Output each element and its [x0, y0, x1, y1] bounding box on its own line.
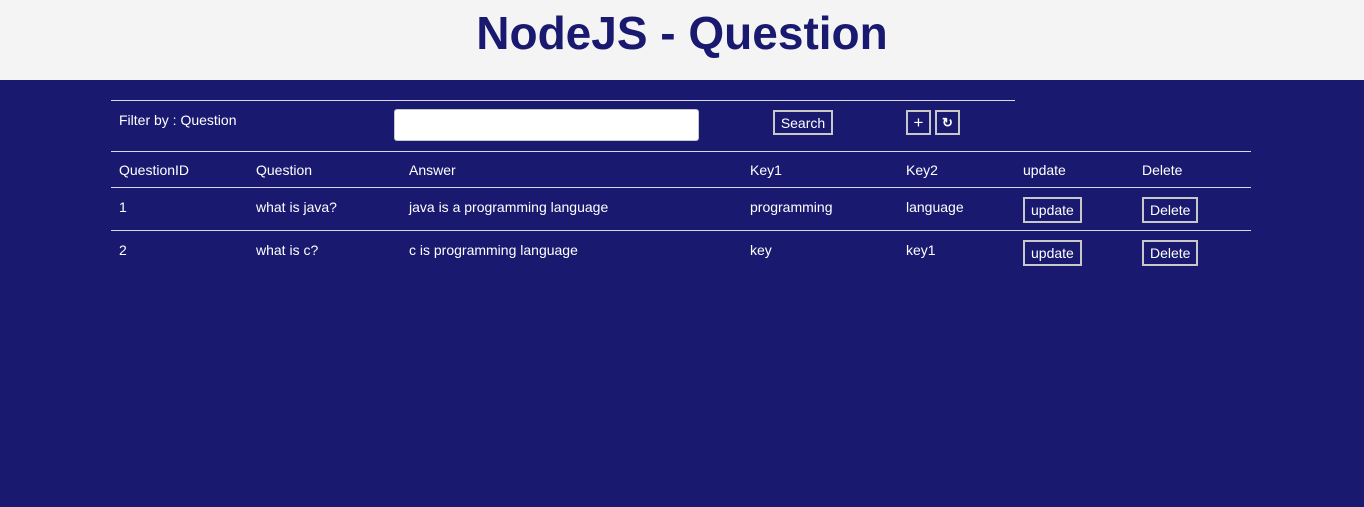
- col-header-questionid: QuestionID: [119, 161, 190, 178]
- table-row: 2 what is c? c is programming language k…: [111, 231, 1251, 274]
- cell-question-id: 1: [119, 199, 127, 215]
- cell-key1: programming: [750, 199, 833, 215]
- cell-question-id: 2: [119, 242, 127, 258]
- col-header-question: Question: [256, 161, 313, 178]
- filter-bar: Filter by : Question Search + ↻: [111, 100, 1015, 151]
- cell-key2: key1: [906, 242, 936, 258]
- refresh-icon[interactable]: ↻: [935, 110, 960, 135]
- cell-key2: language: [906, 199, 964, 215]
- col-header-delete: Delete: [1142, 161, 1183, 178]
- cell-delete: Delete: [1134, 188, 1251, 231]
- col-header-answer: Answer: [409, 161, 456, 178]
- search-button[interactable]: Search: [773, 110, 833, 135]
- delete-button[interactable]: Delete: [1142, 197, 1199, 223]
- table-row: 1 what is java? java is a programming la…: [111, 188, 1251, 231]
- update-button[interactable]: update: [1023, 197, 1082, 223]
- page-title: NodeJS - Question: [476, 7, 888, 59]
- filter-input[interactable]: [394, 109, 699, 141]
- update-button[interactable]: update: [1023, 240, 1082, 266]
- add-icon[interactable]: +: [906, 110, 931, 135]
- col-header-update: update: [1023, 161, 1066, 178]
- col-header-key1: Key1: [750, 161, 782, 178]
- cell-delete: Delete: [1134, 231, 1251, 274]
- questions-table: QuestionID Question Answer Key1 Key2 upd…: [111, 151, 1251, 274]
- filter-label: Filter by : Question: [119, 112, 237, 128]
- main-content: Filter by : Question Search + ↻ Question…: [111, 100, 1251, 274]
- page-header: NodeJS - Question: [0, 0, 1364, 80]
- col-header-key2: Key2: [906, 161, 938, 178]
- cell-key1: key: [750, 242, 772, 258]
- cell-question: what is c?: [256, 242, 319, 258]
- cell-answer: c is programming language: [409, 242, 578, 258]
- table-header-row: QuestionID Question Answer Key1 Key2 upd…: [111, 151, 1251, 188]
- cell-update: update: [1015, 188, 1134, 231]
- cell-answer: java is a programming language: [409, 199, 609, 215]
- cell-question: what is java?: [256, 199, 337, 215]
- delete-button[interactable]: Delete: [1142, 240, 1199, 266]
- cell-update: update: [1015, 231, 1134, 274]
